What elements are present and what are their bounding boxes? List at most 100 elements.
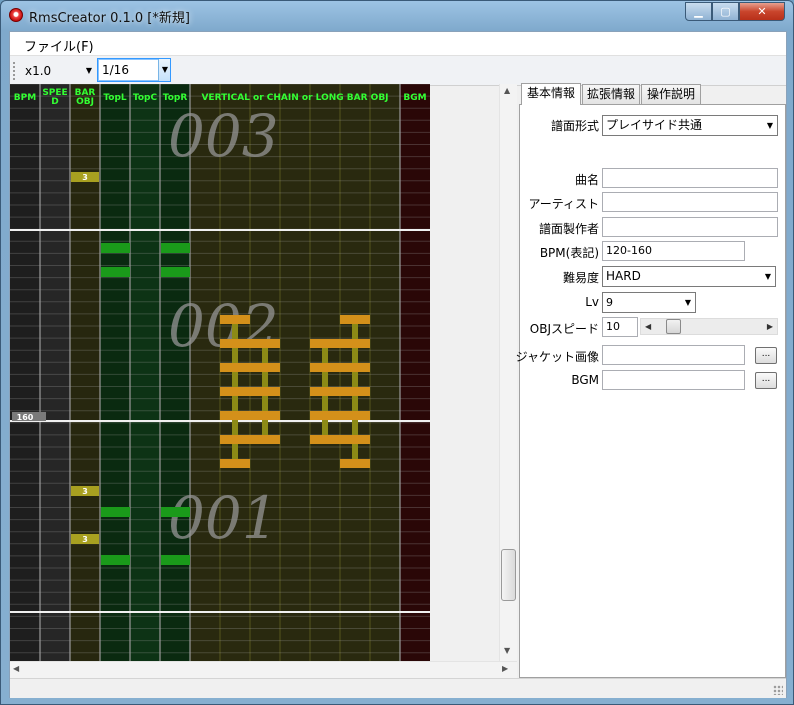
column-header: D <box>51 97 58 107</box>
top-note <box>161 243 190 253</box>
jacket-browse-button[interactable]: ... <box>755 347 777 364</box>
obj-speed-input[interactable]: 10 <box>602 317 638 337</box>
measure-number: 003 <box>168 102 279 170</box>
song-title-label: 曲名 <box>574 173 599 187</box>
vertical-note <box>310 411 340 420</box>
tab-instructions[interactable]: 操作説明 <box>641 84 701 104</box>
slider-right-icon[interactable]: ▶ <box>767 322 773 331</box>
bgm-browse-button[interactable]: ... <box>755 372 777 389</box>
minimize-button[interactable]: ▁ <box>685 2 712 21</box>
column-band <box>190 84 400 661</box>
vertical-note <box>220 315 250 324</box>
top-note <box>161 507 190 517</box>
bgm-input[interactable] <box>602 370 745 390</box>
chart-format-value: プレイサイド共通 <box>606 118 703 132</box>
vertical-note <box>220 339 250 348</box>
vertical-note <box>340 363 370 372</box>
top-note <box>101 243 130 253</box>
horizontal-scrollbar[interactable]: ◀ ▶ <box>10 661 517 678</box>
obj-speed-slider[interactable]: ◀ ▶ <box>640 318 778 335</box>
scroll-thumb[interactable] <box>501 549 516 601</box>
column-header: BPM <box>14 93 36 103</box>
basic-info-page: 譜面形式 プレイサイド共通 ▼ 曲名 アーティスト 譜面製作者 BPM(表記) … <box>516 104 786 678</box>
vertical-note <box>250 411 280 420</box>
difficulty-select[interactable]: HARD ▼ <box>602 266 776 287</box>
slider-thumb[interactable] <box>666 319 681 334</box>
division-select[interactable]: 1/16 ▼ <box>97 58 171 82</box>
slider-left-icon[interactable]: ◀ <box>645 322 651 331</box>
column-band <box>160 84 190 661</box>
column-band <box>130 84 160 661</box>
scroll-right-icon[interactable]: ▶ <box>502 664 508 673</box>
zoom-select[interactable]: x1.0 ▼ <box>20 59 96 83</box>
column-header: TopL <box>103 93 127 103</box>
level-select[interactable]: 9 ▼ <box>602 292 696 313</box>
scroll-left-icon[interactable]: ◀ <box>13 664 19 673</box>
minimize-icon: ▁ <box>694 5 703 18</box>
measure-number: 001 <box>168 484 279 552</box>
column-header: BGM <box>403 93 426 103</box>
bpm-label: BPM(表記) <box>539 246 599 260</box>
chevron-down-icon: ▼ <box>85 66 92 75</box>
vertical-note <box>340 387 370 396</box>
column-band <box>40 84 70 661</box>
column-header: TopC <box>133 93 158 103</box>
chart-grid[interactable]: BPM SPEEDBAROBJ TopL TopC TopR VERTICAL or CH… <box>10 84 430 661</box>
chevron-down-icon: ▼ <box>764 272 771 281</box>
chart-author-label: 譜面製作者 <box>538 222 599 236</box>
bpm-marker-label: 160 <box>17 413 34 422</box>
bar-obj-label: 3 <box>82 173 88 182</box>
vertical-note <box>250 363 280 372</box>
tab-extended-info[interactable]: 拡張情報 <box>582 84 640 104</box>
chart-format-select[interactable]: プレイサイド共通 ▼ <box>602 115 778 136</box>
toolbar-grip-icon[interactable] <box>13 62 16 80</box>
chart-author-input[interactable] <box>602 217 778 237</box>
difficulty-label: 難易度 <box>562 271 599 285</box>
level-label: Lv <box>585 295 599 309</box>
vertical-note <box>340 339 370 348</box>
resize-grip-icon[interactable] <box>773 685 783 695</box>
level-value: 9 <box>606 296 613 309</box>
vertical-note <box>250 435 280 444</box>
vertical-note <box>340 435 370 444</box>
menu-file[interactable]: ファイル(F) <box>24 36 94 55</box>
maximize-button[interactable]: ▢ <box>712 2 739 21</box>
top-note <box>161 267 190 277</box>
vertical-note <box>250 339 280 348</box>
status-bar <box>10 678 786 698</box>
scroll-up-icon[interactable]: ▲ <box>504 86 510 95</box>
maximize-icon: ▢ <box>720 5 731 18</box>
vertical-scrollbar[interactable]: ▲ ▼ <box>499 84 517 661</box>
toolbar: x1.0 ▼ 1/16 ▼ <box>10 56 786 86</box>
close-button[interactable]: ✕ <box>739 2 785 21</box>
vertical-note <box>220 387 250 396</box>
vertical-note <box>220 411 250 420</box>
client-area: ファイル(F) x1.0 ▼ 1/16 ▼ BPM SPEE D BAR OBJ TopL… <box>9 31 787 698</box>
top-note <box>101 555 130 565</box>
vertical-note <box>220 363 250 372</box>
chevron-down-icon: ▼ <box>161 65 168 74</box>
chevron-down-icon: ▼ <box>684 298 691 307</box>
chevron-down-icon: ▼ <box>766 121 773 130</box>
scroll-down-icon[interactable]: ▼ <box>504 646 510 655</box>
division-value: 1/16 <box>102 63 129 77</box>
vertical-note <box>340 315 370 324</box>
chart-format-label: 譜面形式 <box>550 119 599 133</box>
bar-obj-label: 3 <box>82 535 88 544</box>
title-bar[interactable]: RmsCreator 0.1.0 [*新規] ▁ ▢ ✕ <box>1 1 793 31</box>
zoom-value: x1.0 <box>25 64 52 78</box>
vertical-note <box>310 363 340 372</box>
song-title-input[interactable] <box>602 168 778 188</box>
difficulty-value: HARD <box>606 269 641 283</box>
column-band <box>10 84 40 661</box>
bpm-input[interactable]: 120-160 <box>602 241 745 261</box>
obj-speed-label: OBJスピード <box>529 322 599 336</box>
artist-input[interactable] <box>602 192 778 212</box>
close-icon: ✕ <box>757 5 767 18</box>
tab-basic-info[interactable]: 基本情報 <box>521 83 581 105</box>
jacket-image-input[interactable] <box>602 345 745 365</box>
chart-editor[interactable]: BPM SPEE D BAR OBJ TopL TopC TopR VERTICAL or CH… <box>10 84 430 661</box>
menu-bar: ファイル(F) <box>10 32 786 56</box>
division-dropdown-button[interactable]: ▼ <box>158 59 170 81</box>
bgm-label: BGM <box>571 373 599 387</box>
